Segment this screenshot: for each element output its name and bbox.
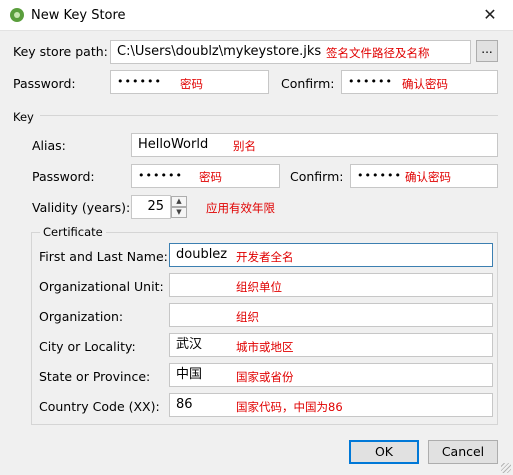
keystore-confirm-value: •••••• <box>348 75 393 88</box>
spin-up-icon[interactable]: ▲ <box>171 196 187 207</box>
key-password-label: Password: <box>32 169 95 184</box>
country-code-note: 国家代码，中国为86 <box>236 400 343 414</box>
keystore-password-label: Password: <box>13 76 76 91</box>
key-store-path-note: 签名文件路径及名称 <box>326 46 430 60</box>
first-last-name-value: doublez <box>176 247 228 262</box>
alias-input[interactable]: HelloWorld <box>131 133 498 157</box>
validity-stepper[interactable]: ▲ ▼ <box>171 196 187 218</box>
resize-grip-icon[interactable] <box>501 463 511 473</box>
first-last-name-input[interactable]: doublez <box>169 243 493 267</box>
country-code-value: 86 <box>176 397 193 412</box>
organizational-unit-label: Organizational Unit: <box>39 279 164 294</box>
keystore-confirm-note: 确认密码 <box>402 77 448 91</box>
city-locality-label: City or Locality: <box>39 339 136 354</box>
key-password-value: •••••• <box>138 169 183 182</box>
state-province-note: 国家或省份 <box>236 370 294 384</box>
android-studio-icon <box>10 8 24 22</box>
city-locality-input[interactable]: 武汉 <box>169 333 493 357</box>
title-bar: New Key Store ✕ <box>0 0 513 31</box>
spin-down-icon[interactable]: ▼ <box>171 207 187 218</box>
keystore-confirm-label: Confirm: <box>281 76 335 91</box>
alias-note: 别名 <box>233 139 256 153</box>
first-last-name-label: First and Last Name: <box>39 249 168 264</box>
country-code-label: Country Code (XX): <box>39 399 160 414</box>
key-confirm-note: 确认密码 <box>405 170 451 184</box>
organization-label: Organization: <box>39 309 124 324</box>
city-locality-note: 城市或地区 <box>236 340 294 354</box>
key-confirm-label: Confirm: <box>290 169 344 184</box>
window-title: New Key Store <box>31 8 126 23</box>
keystore-password-note: 密码 <box>180 77 203 91</box>
validity-input[interactable]: 25 <box>131 195 171 219</box>
ok-button[interactable]: OK <box>349 440 419 464</box>
key-confirm-value: •••••• <box>357 169 402 182</box>
first-last-name-note: 开发者全名 <box>236 250 294 264</box>
certificate-group-label: Certificate <box>40 225 106 239</box>
alias-label: Alias: <box>32 138 66 153</box>
alias-value: HelloWorld <box>138 137 209 152</box>
keystore-password-value: •••••• <box>117 75 162 88</box>
validity-label: Validity (years): <box>32 200 131 215</box>
organization-input[interactable] <box>169 303 493 327</box>
state-province-input[interactable]: 中国 <box>169 363 493 387</box>
key-store-path-label: Key store path: <box>13 44 108 59</box>
organization-note: 组织 <box>236 310 259 324</box>
state-province-value: 中国 <box>176 367 203 382</box>
validity-value: 25 <box>147 199 164 214</box>
key-group-label: Key <box>13 110 34 124</box>
cancel-button[interactable]: Cancel <box>428 440 498 464</box>
organizational-unit-note: 组织单位 <box>236 280 282 294</box>
close-icon[interactable]: ✕ <box>467 0 513 31</box>
city-locality-value: 武汉 <box>176 337 203 352</box>
state-province-label: State or Province: <box>39 369 151 384</box>
browse-button[interactable]: ... <box>476 40 498 62</box>
organizational-unit-input[interactable] <box>169 273 493 297</box>
key-group-separator <box>40 115 498 116</box>
validity-note: 应用有效年限 <box>206 201 275 215</box>
key-password-note: 密码 <box>199 170 222 184</box>
key-store-path-value: C:\Users\doublz\mykeystore.jks <box>117 44 322 59</box>
